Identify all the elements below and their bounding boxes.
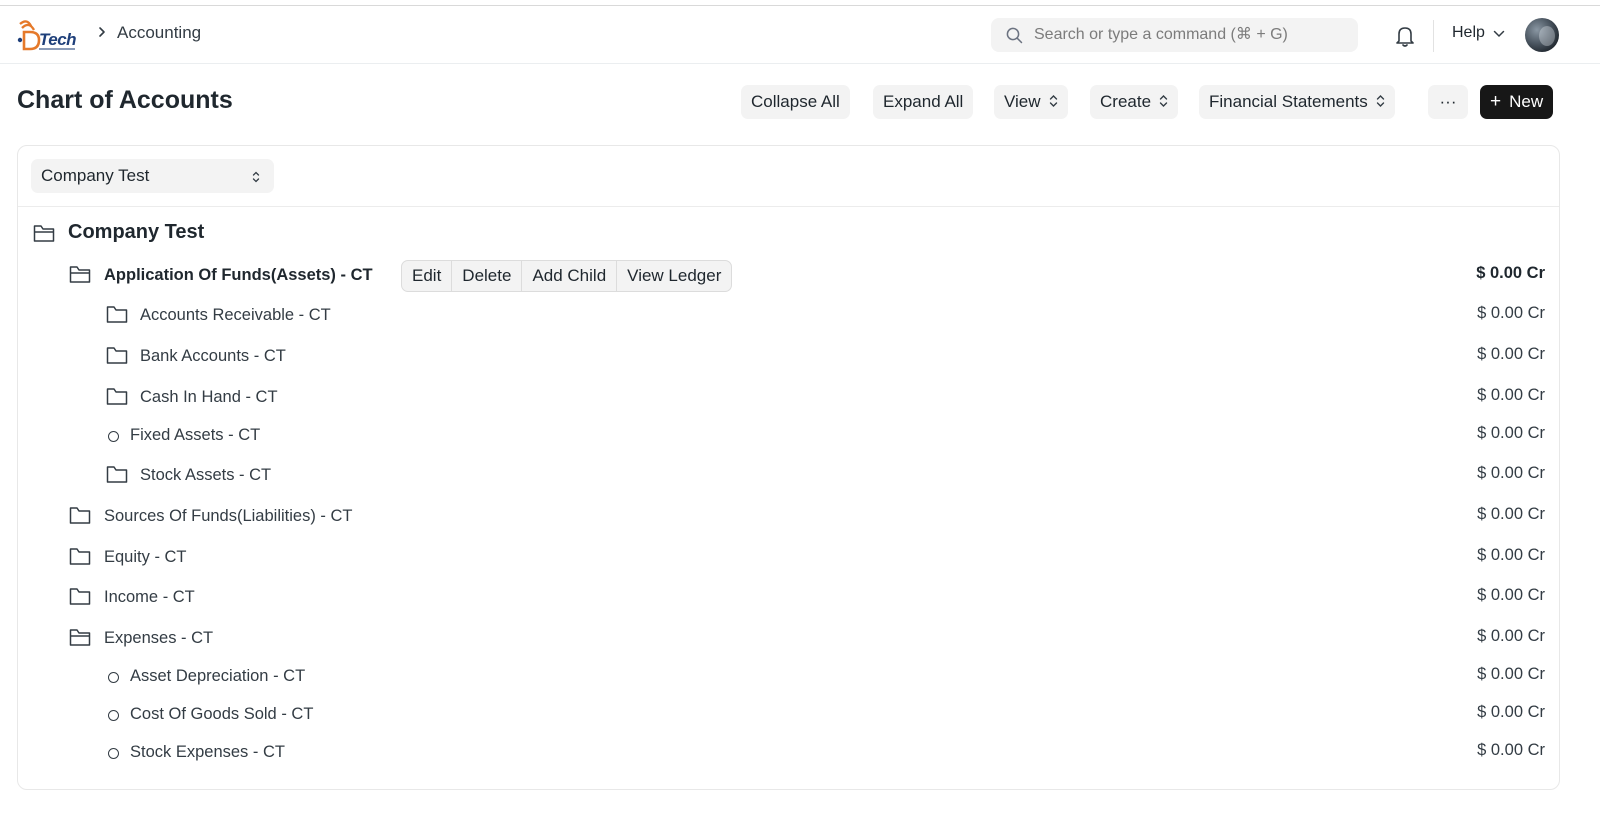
tree-root-label: Company Test — [68, 221, 205, 243]
user-avatar[interactable] — [1525, 18, 1559, 52]
tree-row-label: Income - CT — [104, 588, 195, 606]
breadcrumb-accounting[interactable]: Accounting — [117, 23, 201, 43]
tree-row-accounts-receivable[interactable]: Accounts Receivable - CT $ 0.00 Cr — [18, 300, 1559, 330]
create-label: Create — [1100, 92, 1152, 111]
row-actions-group: Edit Delete Add Child View Ledger — [401, 260, 733, 292]
navbar: Tech Accounting Help — [0, 6, 1600, 64]
view-menu-button[interactable]: View — [994, 85, 1068, 119]
tree-row-balance: $ 0.00 Cr — [1477, 345, 1545, 363]
add-child-button[interactable]: Add Child — [522, 261, 618, 291]
card-divider — [18, 206, 1559, 207]
folder-icon — [69, 507, 91, 524]
updown-icon — [252, 171, 260, 183]
tree-root[interactable]: Company Test — [18, 219, 1559, 249]
tree-row-equity[interactable]: Equity - CT $ 0.00 Cr — [18, 542, 1559, 572]
tree-row-balance: $ 0.00 Cr — [1477, 304, 1545, 322]
financial-statements-menu-button[interactable]: Financial Statements — [1199, 85, 1395, 119]
tree-row-asset-depreciation[interactable]: Asset Depreciation - CT $ 0.00 Cr — [18, 661, 1559, 691]
app-logo[interactable]: Tech — [17, 18, 81, 52]
tree-row-balance: $ 0.00 Cr — [1477, 627, 1545, 645]
leaf-circle-icon — [108, 672, 119, 683]
tree-row-label: Accounts Receivable - CT — [140, 306, 331, 324]
tree-row-label: Sources Of Funds(Liabilities) - CT — [104, 507, 353, 525]
collapse-all-label: Collapse All — [751, 92, 840, 111]
expand-all-label: Expand All — [883, 92, 964, 111]
search-bar[interactable] — [991, 18, 1358, 52]
tree-row-sources-of-funds[interactable]: Sources Of Funds(Liabilities) - CT $ 0.0… — [18, 501, 1559, 531]
tree-row-bank-accounts[interactable]: Bank Accounts - CT $ 0.00 Cr — [18, 341, 1559, 371]
tree-row-application-of-funds[interactable]: Application Of Funds(Assets) - CT Edit D… — [18, 260, 1559, 292]
logo-tagline-bar — [39, 48, 75, 50]
tree-row-label: Equity - CT — [104, 548, 187, 566]
tree-row-cost-of-goods-sold[interactable]: Cost Of Goods Sold - CT $ 0.00 Cr — [18, 699, 1559, 729]
chevron-right-icon — [99, 27, 105, 37]
updown-icon — [1159, 95, 1168, 108]
tree-row-label: Cash In Hand - CT — [140, 388, 278, 406]
logo-text: Tech — [39, 30, 77, 49]
folder-open-icon — [33, 225, 55, 242]
create-menu-button[interactable]: Create — [1090, 85, 1179, 119]
delete-button[interactable]: Delete — [452, 261, 523, 291]
view-label: View — [1004, 92, 1041, 111]
leaf-circle-icon — [108, 710, 119, 721]
tree-row-balance: $ 0.00 Cr — [1477, 665, 1545, 683]
company-select-value: Company Test — [41, 166, 150, 185]
more-actions-button[interactable]: ··· — [1428, 85, 1468, 119]
search-icon — [1006, 27, 1023, 44]
folder-open-icon — [69, 629, 91, 646]
tree-row-balance: $ 0.00 Cr — [1477, 546, 1545, 564]
collapse-all-button[interactable]: Collapse All — [741, 85, 850, 119]
folder-icon — [69, 588, 91, 605]
bell-icon[interactable] — [1394, 24, 1416, 48]
folder-icon — [106, 347, 128, 364]
leaf-circle-icon — [108, 748, 119, 759]
tree-row-label: Stock Assets - CT — [140, 466, 272, 484]
tree-row-expenses[interactable]: Expenses - CT $ 0.00 Cr — [18, 623, 1559, 653]
tree-row-income[interactable]: Income - CT $ 0.00 Cr — [18, 582, 1559, 612]
leaf-circle-icon — [108, 431, 119, 442]
expand-all-button[interactable]: Expand All — [873, 85, 974, 119]
tree-row-balance: $ 0.00 Cr — [1477, 703, 1545, 721]
tree-row-label: Stock Expenses - CT — [130, 743, 285, 761]
tree-row-stock-expenses[interactable]: Stock Expenses - CT $ 0.00 Cr — [18, 737, 1559, 767]
help-menu[interactable]: Help — [1452, 24, 1485, 42]
edit-button[interactable]: Edit — [402, 261, 453, 291]
new-label: New — [1509, 92, 1544, 111]
chevron-down-icon[interactable] — [1493, 30, 1505, 38]
tree-row-balance: $ 0.00 Cr — [1477, 586, 1545, 604]
accounts-tree-card: Company Test Company Test Application Of… — [17, 145, 1560, 790]
folder-icon — [106, 466, 128, 483]
tree-row-balance: $ 0.00 Cr — [1476, 264, 1545, 282]
tree-row-balance: $ 0.00 Cr — [1477, 386, 1545, 404]
tree-row-label: Asset Depreciation - CT — [130, 667, 306, 685]
tree-row-balance: $ 0.00 Cr — [1477, 464, 1545, 482]
folder-icon — [69, 548, 91, 565]
company-select[interactable]: Company Test — [31, 159, 274, 193]
search-input[interactable] — [1034, 18, 1344, 52]
folder-icon — [106, 306, 128, 323]
tree-row-label: Bank Accounts - CT — [140, 347, 286, 365]
tree-row-balance: $ 0.00 Cr — [1477, 424, 1545, 442]
tree-row-fixed-assets[interactable]: Fixed Assets - CT $ 0.00 Cr — [18, 420, 1559, 450]
updown-icon — [1376, 95, 1384, 108]
page-title: Chart of Accounts — [17, 86, 233, 114]
tree-row-stock-assets[interactable]: Stock Assets - CT $ 0.00 Cr — [18, 460, 1559, 490]
tree-row-label: Cost Of Goods Sold - CT — [130, 705, 314, 723]
financial-statements-label: Financial Statements — [1209, 92, 1368, 111]
navbar-divider — [1433, 20, 1434, 52]
new-button[interactable]: + New — [1480, 85, 1554, 119]
view-ledger-button[interactable]: View Ledger — [617, 261, 731, 291]
tree-row-label: Application Of Funds(Assets) - CT — [104, 266, 373, 284]
tree-row-cash-in-hand[interactable]: Cash In Hand - CT $ 0.00 Cr — [18, 382, 1559, 412]
folder-icon — [106, 388, 128, 405]
more-label: ··· — [1439, 92, 1457, 111]
plus-icon: + — [1490, 91, 1502, 112]
tree-row-balance: $ 0.00 Cr — [1477, 505, 1545, 523]
tree-row-balance: $ 0.00 Cr — [1477, 741, 1545, 759]
updown-icon — [1049, 95, 1057, 108]
folder-open-icon — [69, 266, 91, 283]
tree-row-label: Fixed Assets - CT — [130, 426, 261, 444]
tree-row-label: Expenses - CT — [104, 629, 214, 647]
